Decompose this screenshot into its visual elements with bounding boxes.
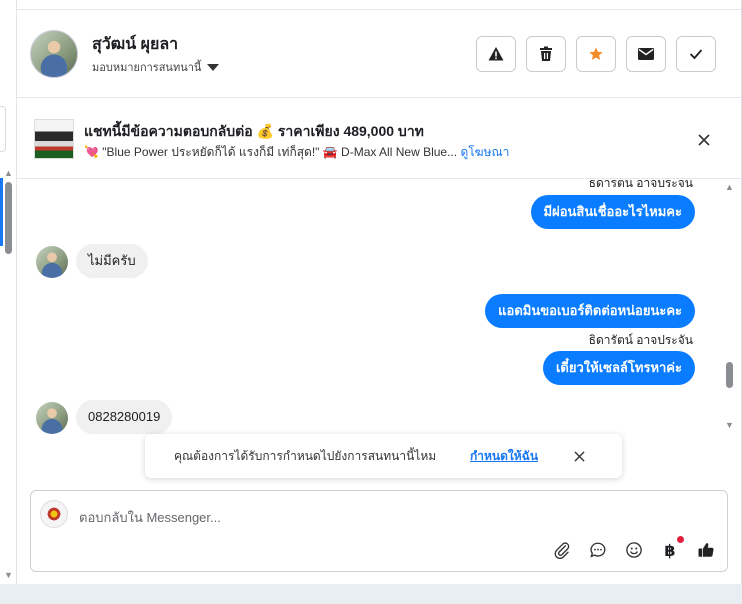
warning-icon — [488, 47, 504, 61]
scroll-up-arrow-icon[interactable]: ▲ — [725, 182, 734, 192]
header-actions — [476, 36, 716, 72]
ad-thumbnail[interactable] — [34, 119, 74, 159]
assign-to-me-link[interactable]: กำหนดให้ฉัน — [470, 447, 538, 466]
reply-input[interactable]: ตอบกลับใน Messenger... — [79, 507, 221, 528]
star-button[interactable] — [576, 36, 616, 72]
close-toast-button[interactable] — [570, 447, 588, 465]
check-icon — [689, 49, 703, 60]
contact-avatar[interactable] — [30, 30, 78, 78]
toast-text: คุณต้องการได้รับการกำหนดไปยังการสนทนานี้… — [174, 449, 437, 463]
close-banner-button[interactable] — [693, 129, 715, 151]
delete-button[interactable] — [526, 36, 566, 72]
sender-label: ธิดารัตน์ อาจประจัน — [588, 180, 693, 190]
message-outgoing[interactable]: มีผ่อนสินเชื่ออะไรไหมคะ — [530, 195, 695, 229]
saved-replies-button[interactable] — [587, 539, 609, 561]
ad-reply-banner: แชทนี้มีข้อความตอบกลับต่อ 💰 ราคาเพียง 48… — [17, 99, 742, 179]
scroll-down-arrow-icon[interactable]: ▼ — [4, 570, 13, 580]
thumbs-up-icon — [698, 543, 714, 557]
payment-button[interactable]: ฿ — [659, 536, 684, 561]
reply-composer[interactable]: ตอบกลับใน Messenger... ฿ — [30, 490, 728, 572]
message-incoming[interactable]: 0828280019 — [76, 400, 173, 434]
assign-dropdown[interactable]: มอบหมายการสนทนานี้ — [92, 58, 220, 76]
close-icon — [698, 134, 710, 146]
conversation-header: สุวัฒน์ ผุยลา มอบหมายการสนทนานี้ — [17, 10, 742, 98]
banner-ad-text: 💘 "Blue Power ประหยัดก็ได้ แรงก็มี เท่ก็… — [84, 145, 458, 159]
emoji-icon — [626, 542, 642, 558]
close-icon — [573, 450, 585, 462]
emoji-button[interactable] — [623, 539, 645, 561]
caret-down-icon — [207, 63, 220, 71]
list-item-edge[interactable] — [0, 106, 6, 152]
banner-title: แชทนี้มีข้อความตอบกลับต่อ 💰 ราคาเพียง 48… — [84, 123, 424, 139]
assign-label: มอบหมายการสนทนานี้ — [92, 62, 202, 74]
scroll-down-arrow-icon[interactable]: ▼ — [725, 420, 734, 430]
message-outgoing[interactable]: เดี๋ยวให้เซลล์โทรหาค่ะ — [542, 351, 695, 385]
conversation-list-edge: ▲ ▼ — [0, 0, 17, 584]
trash-icon — [540, 46, 552, 61]
contact-avatar-small — [36, 246, 68, 278]
composer-tools: ฿ — [551, 536, 717, 561]
thread-scrollbar[interactable]: ▲ ▼ — [722, 180, 736, 440]
mark-spam-button[interactable] — [476, 36, 516, 72]
contact-avatar-small — [36, 402, 68, 434]
sender-label: ธิดารัตน์ อาจประจัน — [588, 333, 693, 347]
assign-suggestion-toast: คุณต้องการได้รับการกำหนดไปยังการสนทนานี้… — [145, 434, 622, 478]
thread-scrollbar-thumb[interactable] — [726, 362, 733, 388]
chat-bubble-icon — [590, 542, 606, 558]
selected-indicator — [0, 178, 3, 246]
scroll-up-arrow-icon[interactable]: ▲ — [4, 168, 13, 178]
list-scrollbar-thumb[interactable] — [5, 182, 12, 254]
baht-icon: ฿ — [664, 540, 676, 560]
attach-icon — [554, 542, 570, 559]
page-avatar — [40, 500, 68, 528]
attach-button[interactable] — [551, 539, 573, 561]
message-outgoing[interactable]: แอดมินขอเบอร์ติดต่อหน่อยนะคะ — [485, 294, 695, 328]
notification-dot — [677, 536, 684, 543]
view-ad-link[interactable]: ดูโฆษณา — [460, 145, 509, 159]
conversation-panel: สุวัฒน์ ผุยลา มอบหมายการสนทนานี้ แชทนี้ม… — [17, 0, 742, 584]
banner-subtitle: 💘 "Blue Power ประหยัดก็ได้ แรงก็มี เท่ก็… — [84, 143, 509, 162]
mark-done-button[interactable] — [676, 36, 716, 72]
message-incoming[interactable]: ไม่มีครับ — [76, 244, 148, 278]
contact-name[interactable]: สุวัฒน์ ผุยลา — [92, 32, 178, 57]
mail-icon — [638, 48, 654, 60]
mark-unread-button[interactable] — [626, 36, 666, 72]
like-button[interactable] — [695, 539, 717, 561]
star-icon — [589, 47, 603, 60]
